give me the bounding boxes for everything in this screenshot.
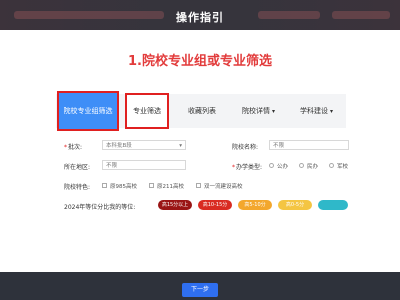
step-heading: 1.院校专业组或专业筛选 [128, 54, 272, 69]
checkbox-985[interactable] [102, 183, 107, 188]
batch-label: *批次: [64, 144, 83, 151]
required-marker: * [232, 164, 235, 171]
tab-major-filter[interactable]: 专业筛选 [125, 93, 169, 129]
radio-military[interactable] [329, 163, 334, 168]
school-name-input[interactable]: 不限 [269, 140, 349, 150]
tab-favorites[interactable]: 收藏列表 [188, 94, 216, 128]
chevron-down-icon: ▾ [179, 143, 182, 149]
radio-label-private: 民办 [307, 164, 319, 170]
tab-school-details[interactable]: 院校详情 ▾ [242, 94, 275, 128]
rank-label: 2024年等位分比我的等位: [64, 204, 136, 211]
radio-private[interactable] [299, 163, 304, 168]
type-label: *办学类型: [232, 164, 263, 171]
chevron-down-icon: ▾ [272, 108, 276, 115]
rank-pill[interactable]: 高10-15分 [198, 200, 232, 210]
required-marker: * [64, 144, 67, 151]
checkbox-double-first-class[interactable] [196, 183, 201, 188]
rank-pill[interactable]: 高0-5分 [278, 200, 312, 210]
region-select[interactable]: 不限 [102, 160, 186, 170]
checkbox-label-985: 原985高校 [110, 184, 137, 190]
tab-bar: 院校专业组筛选 专业筛选 收藏列表 院校详情 ▾ 学科建设 ▾ [56, 91, 346, 131]
radio-label-public: 公办 [277, 164, 289, 170]
modal-header: 操作指引 [0, 0, 400, 30]
tab-discipline-construction[interactable]: 学科建设 ▾ [300, 94, 333, 128]
next-button[interactable]: 下一步 [182, 283, 218, 297]
rank-pill[interactable] [318, 200, 348, 210]
rank-pill[interactable]: 高15分以上 [158, 200, 192, 210]
guide-content: 1.院校专业组或专业筛选 院校专业组筛选 专业筛选 收藏列表 院校详情 ▾ 学科建… [0, 30, 400, 272]
batch-select[interactable]: 本科批B段 ▾ [102, 140, 186, 150]
rank-pill[interactable]: 高5-10分 [238, 200, 272, 210]
tab-label: 专业筛选 [133, 107, 161, 115]
tab-label: 院校专业组筛选 [63, 107, 113, 115]
checkbox-label-double-first-class: 双一流建设高校 [204, 184, 243, 190]
radio-label-military: 军校 [337, 164, 349, 170]
school-name-label: 院校名称: [232, 144, 259, 151]
tab-label: 学科建设 [300, 107, 328, 115]
tab-label: 收藏列表 [188, 107, 216, 115]
modal-title: 操作指引 [176, 11, 224, 24]
checkbox-211[interactable] [149, 183, 154, 188]
region-label: 所在地区: [64, 164, 91, 171]
checkbox-label-211: 原211高校 [157, 184, 184, 190]
feature-label: 院校特色: [64, 184, 91, 191]
chevron-down-icon: ▾ [330, 108, 334, 115]
tab-label: 院校详情 [242, 107, 270, 115]
tab-school-major-group-filter[interactable]: 院校专业组筛选 [57, 91, 119, 131]
modal-footer: 下一步 [0, 272, 400, 300]
radio-public[interactable] [269, 163, 274, 168]
